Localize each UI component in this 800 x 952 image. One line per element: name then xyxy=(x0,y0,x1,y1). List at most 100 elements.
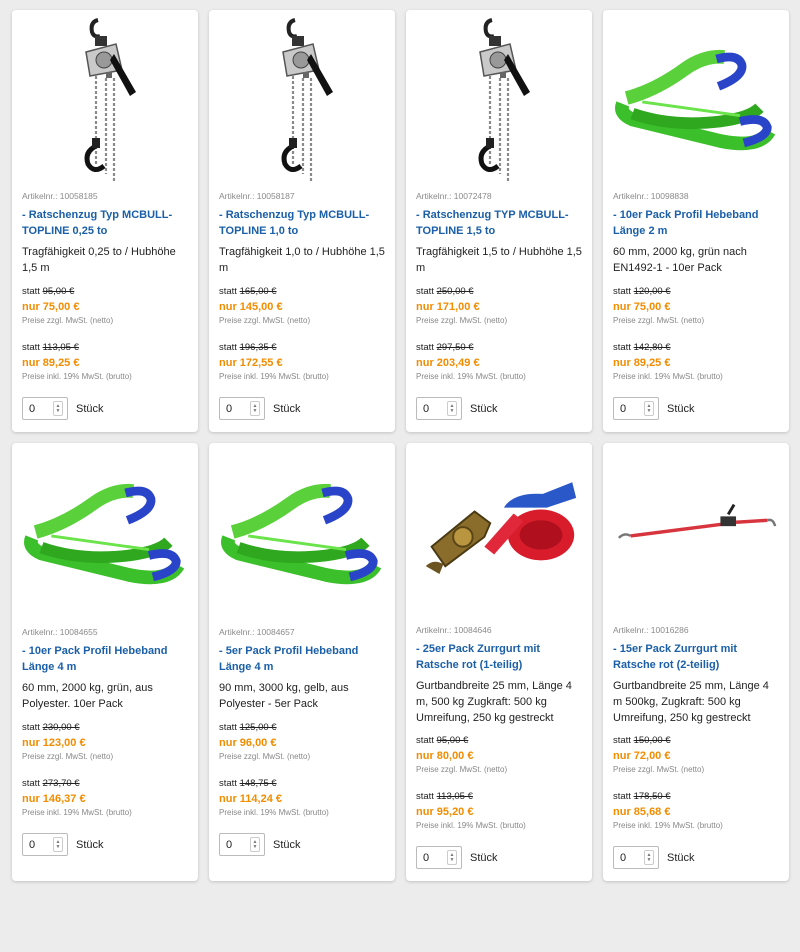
article-number-prefix: Artikelnr.: xyxy=(219,191,257,202)
net-price-note: Preise zzgl. MwSt. (netto) xyxy=(416,765,508,775)
product-image[interactable] xyxy=(416,443,582,621)
net-price-box: statt 150,00 € nur 72,00 € Preise zzgl. … xyxy=(613,735,779,774)
product-card: Artikelnr.: 10058187 - Ratschenzug Typ M… xyxy=(209,10,395,432)
quantity-value[interactable]: 0 xyxy=(620,852,626,864)
product-image[interactable] xyxy=(22,10,188,187)
article-number-prefix: Artikelnr.: xyxy=(219,627,257,637)
product-image[interactable] xyxy=(219,10,385,187)
gross-price-box: statt 113,05 € nur 95,20 € Preise inkl. … xyxy=(416,791,582,830)
old-gross-value: 273,70 € xyxy=(42,778,80,789)
old-gross-price: statt 113,05 € xyxy=(416,791,582,802)
quantity-value[interactable]: 0 xyxy=(423,403,429,415)
old-net-value: 125,00 € xyxy=(239,722,277,733)
statt-label: statt xyxy=(219,342,240,353)
stepper-arrows-icon[interactable]: ▲ ▼ xyxy=(53,401,63,416)
gross-price-box: statt 148,75 € nur 114,24 € Preise inkl.… xyxy=(219,778,385,817)
stepper-arrows-icon[interactable]: ▲ ▼ xyxy=(644,401,654,416)
gross-price-note: Preise inkl. 19% MwSt. (brutto) xyxy=(613,372,723,381)
quantity-row: 0 ▲ ▼ Stück xyxy=(613,397,779,420)
statt-label: statt xyxy=(613,735,634,747)
product-title-link[interactable]: - 10er Pack Profil Hebeband Länge 2 m xyxy=(613,207,779,239)
gross-price-box: statt 196,35 € nur 172,55 € Preise inkl.… xyxy=(219,342,385,381)
lifting-sling-image xyxy=(221,483,382,585)
quantity-row: 0 ▲ ▼ Stück xyxy=(219,397,385,420)
statt-label: statt xyxy=(613,286,634,298)
quantity-stepper[interactable]: 0 ▲ ▼ xyxy=(613,397,659,420)
old-gross-price: statt 273,70 € xyxy=(22,778,188,789)
product-image[interactable] xyxy=(22,443,188,623)
stepper-arrows-icon[interactable]: ▲ ▼ xyxy=(447,401,457,416)
new-gross-price: nur 203,49 € xyxy=(416,357,480,369)
gross-price-box: statt 273,70 € nur 146,37 € Preise inkl.… xyxy=(22,778,188,817)
statt-label: statt xyxy=(22,286,43,298)
old-net-price: statt 125,00 € xyxy=(219,722,385,733)
product-card: Artikelnr.: 10084657 - 5er Pack Profil H… xyxy=(209,443,395,881)
quantity-value[interactable]: 0 xyxy=(29,403,35,415)
stepper-arrows-icon[interactable]: ▲ ▼ xyxy=(53,837,63,852)
product-title-link[interactable]: - Ratschenzug TYP MCBULL-TOPLINE 1,5 to xyxy=(416,207,582,239)
quantity-stepper[interactable]: 0 ▲ ▼ xyxy=(613,846,659,869)
article-number: Artikelnr.: 10084657 xyxy=(219,627,385,637)
quantity-value[interactable]: 0 xyxy=(29,839,35,851)
quantity-unit: Stück xyxy=(76,402,104,415)
quantity-value[interactable]: 0 xyxy=(620,403,626,415)
gross-price-box: statt 178,50 € nur 85,68 € Preise inkl. … xyxy=(613,791,779,830)
product-image[interactable] xyxy=(613,443,779,621)
new-gross-price: nur 95,20 € xyxy=(416,806,474,818)
statt-label: statt xyxy=(416,286,437,298)
article-number-value: 10084657 xyxy=(256,627,295,637)
statt-label: statt xyxy=(613,791,634,802)
product-image[interactable] xyxy=(416,10,582,187)
product-title-link[interactable]: - 10er Pack Profil Hebeband Länge 4 m xyxy=(22,643,188,675)
old-gross-price: statt 148,75 € xyxy=(219,778,385,789)
lifting-sling-image xyxy=(24,483,185,585)
product-description: 60 mm, 2000 kg, grün, aus Polyester. 10e… xyxy=(22,682,153,710)
old-net-value: 120,00 € xyxy=(633,286,671,298)
product-title-link[interactable]: - 25er Pack Zurrgurt mit Ratsche rot (1-… xyxy=(416,641,582,673)
article-number-prefix: Artikelnr.: xyxy=(613,624,651,635)
gross-price-note: Preise inkl. 19% MwSt. (brutto) xyxy=(219,808,329,817)
gross-price-note: Preise inkl. 19% MwSt. (brutto) xyxy=(219,372,329,381)
product-card: Artikelnr.: 10058185 - Ratschenzug Typ M… xyxy=(12,10,198,432)
new-gross-price: nur 85,68 € xyxy=(613,806,671,818)
quantity-stepper[interactable]: 0 ▲ ▼ xyxy=(22,397,68,420)
quantity-stepper[interactable]: 0 ▲ ▼ xyxy=(219,833,265,856)
old-net-price: statt 230,00 € xyxy=(22,722,188,733)
stepper-arrows-icon[interactable]: ▲ ▼ xyxy=(644,850,654,865)
gross-price-note: Preise inkl. 19% MwSt. (brutto) xyxy=(416,821,526,830)
old-net-value: 150,00 € xyxy=(633,735,671,747)
article-number-value: 10098838 xyxy=(650,191,689,202)
product-title-link[interactable]: - 5er Pack Profil Hebeband Länge 4 m xyxy=(219,643,385,675)
quantity-stepper[interactable]: 0 ▲ ▼ xyxy=(22,833,68,856)
product-card: Artikelnr.: 10084646 - 25er Pack Zurrgur… xyxy=(406,443,592,881)
product-title-link[interactable]: - Ratschenzug Typ MCBULL-TOPLINE 0,25 to xyxy=(22,207,188,239)
product-description: 90 mm, 3000 kg, gelb, aus Polyester - 5e… xyxy=(219,682,349,710)
quantity-value[interactable]: 0 xyxy=(226,839,232,851)
net-price-box: statt 165,00 € nur 145,00 € Preise zzgl.… xyxy=(219,286,385,325)
old-net-price: statt 165,00 € xyxy=(219,286,385,297)
article-number-value: 10058187 xyxy=(256,191,295,202)
quantity-stepper[interactable]: 0 ▲ ▼ xyxy=(219,397,265,420)
new-gross-price: nur 89,25 € xyxy=(22,357,80,369)
lever-hoist-image xyxy=(84,17,136,182)
stepper-arrows-icon[interactable]: ▲ ▼ xyxy=(447,850,457,865)
quantity-value[interactable]: 0 xyxy=(226,403,232,415)
stepper-arrows-icon[interactable]: ▲ ▼ xyxy=(250,401,260,416)
quantity-row: 0 ▲ ▼ Stück xyxy=(219,833,385,856)
quantity-row: 0 ▲ ▼ Stück xyxy=(613,846,779,869)
quantity-stepper[interactable]: 0 ▲ ▼ xyxy=(416,397,462,420)
gross-price-box: statt 142,80 € nur 89,25 € Preise inkl. … xyxy=(613,342,779,381)
old-gross-value: 113,05 € xyxy=(436,791,473,802)
new-net-price: nur 75,00 € xyxy=(613,301,671,314)
product-image[interactable] xyxy=(613,10,779,187)
net-price-note: Preise zzgl. MwSt. (netto) xyxy=(613,316,705,326)
stepper-arrows-icon[interactable]: ▲ ▼ xyxy=(250,837,260,852)
old-net-price: statt 250,00 € xyxy=(416,286,582,297)
quantity-stepper[interactable]: 0 ▲ ▼ xyxy=(416,846,462,869)
product-title-link[interactable]: - Ratschenzug Typ MCBULL-TOPLINE 1,0 to xyxy=(219,207,385,239)
statt-label: statt xyxy=(416,735,437,747)
product-image[interactable] xyxy=(219,443,385,623)
product-title-link[interactable]: - 15er Pack Zurrgurt mit Ratsche rot (2-… xyxy=(613,641,779,673)
quantity-value[interactable]: 0 xyxy=(423,852,429,864)
quantity-unit: Stück xyxy=(273,402,301,415)
